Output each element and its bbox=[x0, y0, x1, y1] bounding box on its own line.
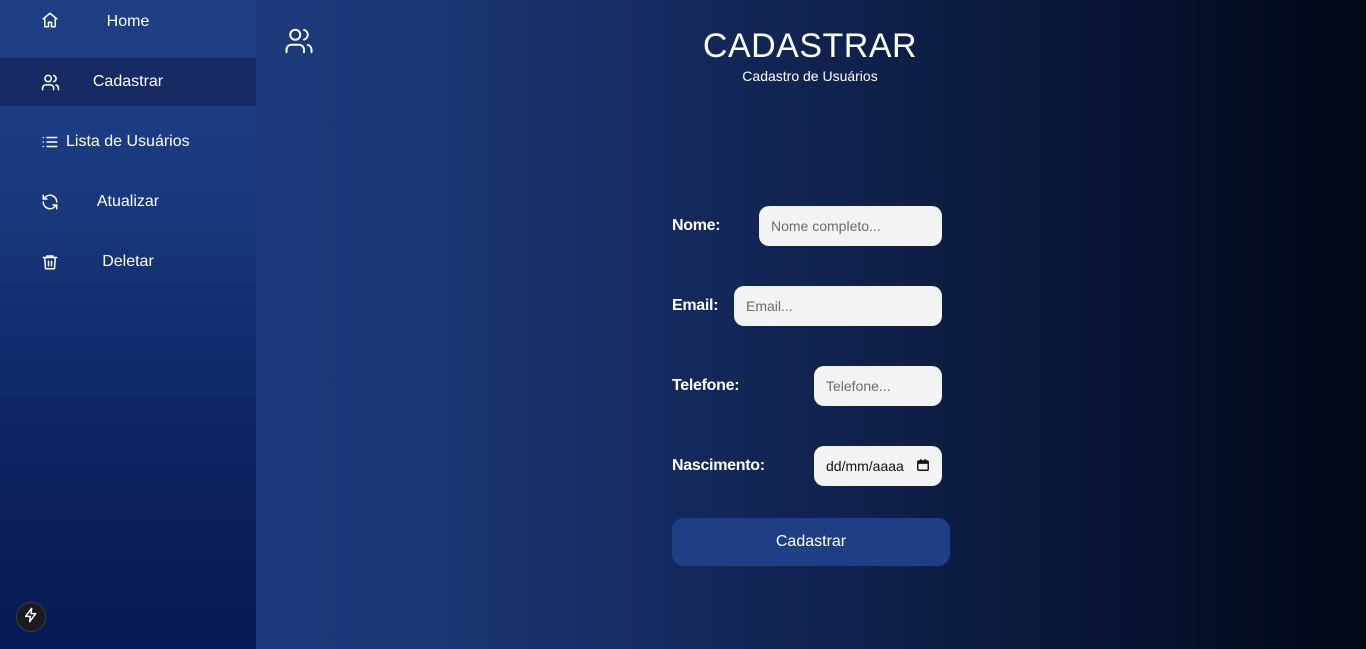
sidebar-item-cadastrar[interactable]: Cadastrar bbox=[0, 58, 256, 106]
email-input[interactable] bbox=[734, 286, 942, 326]
sidebar-item-label: Lista de Usuários bbox=[66, 133, 190, 150]
main-content: CADASTRAR Cadastro de Usuários Nome: Ema… bbox=[256, 0, 1366, 649]
page-title-text: CADASTRAR bbox=[702, 27, 918, 65]
page-title: CADASTRAR bbox=[256, 26, 1366, 66]
sidebar-item-home[interactable]: Home bbox=[0, 0, 256, 48]
nome-label: Nome: bbox=[672, 217, 721, 234]
nascimento-date-input[interactable]: dd/mm/aaaa bbox=[814, 446, 942, 486]
nascimento-label: Nascimento: bbox=[672, 457, 765, 474]
sidebar-item-lista-usuarios[interactable]: Lista de Usuários bbox=[0, 118, 256, 166]
sidebar-item-deletar[interactable]: Deletar bbox=[0, 238, 256, 286]
sidebar-item-label: Deletar bbox=[102, 253, 154, 270]
calendar-icon[interactable] bbox=[916, 458, 930, 475]
sidebar-item-atualizar[interactable]: Atualizar bbox=[0, 178, 256, 226]
sidebar-item-label: Cadastrar bbox=[92, 73, 164, 90]
telefone-label: Telefone: bbox=[672, 377, 740, 394]
bolt-button[interactable] bbox=[16, 602, 46, 632]
email-label: Email: bbox=[672, 297, 719, 314]
date-format-text: dd/mm/aaaa bbox=[826, 458, 904, 474]
bolt-icon bbox=[23, 607, 39, 628]
page-subtitle-text: Cadastro de Usuários bbox=[742, 68, 878, 84]
page-subtitle: Cadastro de Usuários bbox=[256, 67, 1366, 85]
sidebar-item-label: Atualizar bbox=[96, 193, 160, 210]
cadastrar-button[interactable]: Cadastrar bbox=[672, 518, 950, 566]
telefone-input[interactable] bbox=[814, 366, 942, 406]
nome-input[interactable] bbox=[759, 206, 942, 246]
sidebar-item-label: Home bbox=[106, 13, 150, 30]
list-icon bbox=[40, 132, 60, 152]
sidebar: Home Cadastrar Lista de Usuários Atualiz… bbox=[0, 0, 256, 649]
